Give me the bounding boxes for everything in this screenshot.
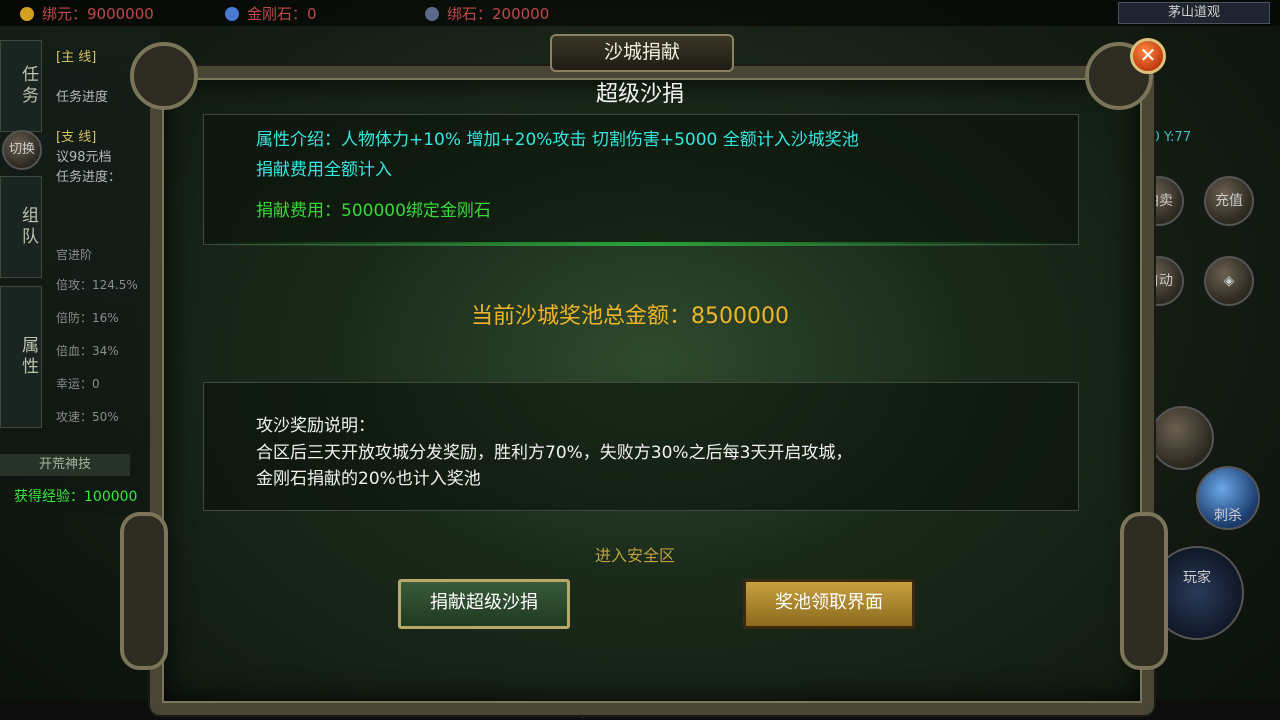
bound-yuan: 绑元：9000000 [20, 3, 154, 24]
sand-city-donation-dialog: 沙城捐献 ✕ 超级沙捐 属性介绍：人物体力+10% 增加+20%攻击 切割伤害+… [110, 22, 1168, 715]
coin-icon [20, 7, 34, 21]
reward-line-1: 合区后三天开放攻城分发奖励，胜利方70%，失败方30%之后每3天开启攻城， [256, 443, 853, 463]
tab-team[interactable]: 组队 [0, 176, 42, 278]
task-main[interactable]: [主 线] [56, 46, 96, 65]
diamond-icon [225, 7, 239, 21]
dragon-ornament [120, 512, 168, 670]
divider [203, 242, 1078, 246]
diamond-count: 金刚石：0 [225, 3, 317, 24]
close-icon[interactable]: ✕ [1130, 38, 1166, 74]
task-branch[interactable]: [支 线] [56, 126, 96, 145]
donate-button[interactable]: 捐献超级沙捐 [398, 579, 570, 629]
attribute-box: 属性介绍：人物体力+10% 增加+20%攻击 切割伤害+5000 全额计入沙城奖… [203, 114, 1079, 245]
stone-icon [425, 7, 439, 21]
pool-total: 当前沙城奖池总金额：8500000 [471, 304, 789, 329]
tab-attr[interactable]: 属性 [0, 286, 42, 428]
recharge-button[interactable]: 充值 [1204, 176, 1254, 226]
kill-skill-button[interactable]: 刺杀 [1196, 466, 1260, 530]
dialog-title: 沙城捐献 [550, 34, 734, 72]
donation-cost: 捐献费用：500000绑定金刚石 [256, 201, 491, 221]
task-branch-desc: 议98元档 [56, 150, 112, 165]
switch-button[interactable]: 切换 [2, 130, 42, 170]
reward-box: 攻沙奖励说明： 合区后三天开放攻城分发奖励，胜利方70%，失败方30%之后每3天… [203, 382, 1079, 511]
stat-title: 官进阶 [56, 248, 93, 262]
map-name: 茅山道观 [1118, 2, 1270, 24]
pool-claim-button[interactable]: 奖池领取界面 [743, 579, 915, 629]
dragon-ornament [1120, 512, 1168, 670]
bound-stone-count: 绑石：200000 [425, 3, 549, 24]
tab-task[interactable]: 任务 [0, 40, 42, 132]
dialog-subtitle: 超级沙捐 [595, 82, 684, 107]
attribute-intro: 属性介绍：人物体力+10% 增加+20%攻击 切割伤害+5000 全额计入沙城奖… [256, 130, 859, 150]
attribute-intro-2: 捐献费用全额计入 [256, 160, 392, 180]
target-icon: ◈ [1223, 273, 1235, 289]
safe-zone-link[interactable]: 进入安全区 [530, 542, 740, 566]
target-button[interactable]: ◈ [1204, 256, 1254, 306]
reward-line-2: 金刚石捐献的20%也计入奖池 [256, 469, 481, 489]
stat-luck: 幸运：0 [56, 377, 100, 391]
reward-title: 攻沙奖励说明： [256, 416, 375, 436]
frame-ornament [130, 42, 198, 110]
task-progress: 任务进度 [56, 90, 109, 105]
